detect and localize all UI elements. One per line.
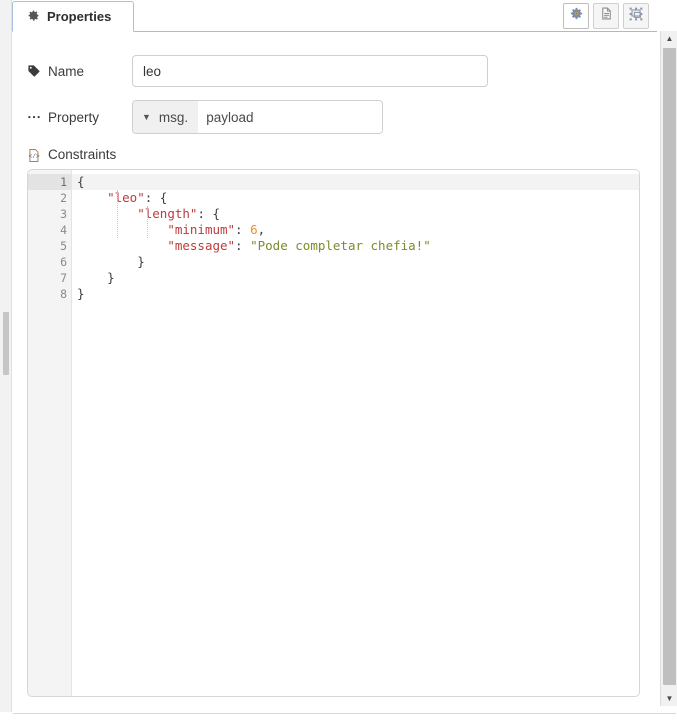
toolbar-buttons [563,3,649,29]
code-token: : { [197,206,221,221]
property-input-group: ▼ msg. payload [132,100,383,134]
outer-vertical-scrollbar[interactable] [0,0,12,712]
code-token: : [235,222,251,237]
editor-code-area[interactable]: { "leo": { "length": { "minimum": 6, "me… [72,170,639,696]
property-type-select[interactable]: ▼ msg. [133,101,199,133]
name-field-label: Name [27,64,132,79]
document-icon [599,6,614,26]
tab-properties[interactable]: Properties [12,1,135,32]
info-tab-button[interactable] [593,3,619,29]
code-token: } [77,270,115,285]
indent-guide [147,206,148,238]
bottom-divider [13,713,676,714]
editor-gutter: 1▾2▾3▾4 56▴7▴8▴ [28,170,79,696]
code-token: "message" [167,238,236,253]
code-token: { [77,174,85,189]
scroll-up-arrow-icon[interactable]: ▲ [661,31,677,46]
gear-icon [27,9,40,24]
code-token: "minimum" [167,222,236,237]
code-line: "message": "Pode completar chefia!" [72,238,639,254]
code-line: { [72,174,639,190]
gutter-line-number: 7▴ [28,270,79,286]
code-token: } [77,254,145,269]
code-file-icon: </> [27,148,41,162]
name-field-row: Name leo [27,55,488,87]
gutter-line-number: 8▴ [28,286,79,302]
name-label-text: Name [48,63,85,79]
code-line: "leo": { [72,190,639,206]
constraints-section-label: </> Constraints [27,147,117,162]
code-line: "minimum": 6, [72,222,639,238]
properties-panel: Properties Name leo Property ▼ msg. payl… [0,0,677,720]
layout-tab-button[interactable] [623,3,649,29]
select-group-icon [628,6,644,27]
gutter-line-number: 5 [60,239,67,253]
property-field-row: Property ▼ msg. payload [27,100,383,134]
name-input[interactable]: leo [132,55,488,87]
code-token: "leo" [107,190,145,205]
gutter-line-number: 3▾ [28,206,79,222]
code-token: } [77,286,85,301]
gutter-line-number: 4 [60,223,67,237]
gutter-line-number: 2▾ [28,190,79,206]
panel-vertical-scrollbar[interactable]: ▲ ▼ [660,31,677,706]
constraints-label-text: Constraints [48,147,117,162]
chevron-down-icon: ▼ [142,111,151,122]
property-field-label: Property [27,110,132,125]
property-type-value: msg. [158,109,189,125]
property-value-input[interactable]: payload [198,101,382,133]
properties-tab-button[interactable] [563,3,589,29]
constraints-code-editor[interactable]: 1▾2▾3▾456▴7▴8▴ { "leo": { "length": { "m… [27,169,640,697]
property-label-text: Property [48,109,100,125]
code-line: } [72,286,639,302]
code-line: } [72,270,639,286]
gear-icon [569,6,584,26]
tag-icon [27,64,41,78]
indent-guide [117,190,118,238]
panel-scrollbar-thumb[interactable] [663,48,676,685]
scroll-down-arrow-icon[interactable]: ▼ [661,691,677,706]
tab-bar: Properties [12,0,657,32]
code-token: 6 [250,222,258,237]
name-input-value: leo [143,63,162,79]
code-token: , [257,222,266,237]
code-token: : { [144,190,168,205]
code-line: "length": { [72,206,639,222]
property-value-text: payload [206,109,254,125]
code-line: } [72,254,639,270]
gutter-line-number: 1▾ [28,174,79,190]
svg-text:</>: </> [29,153,40,160]
code-token: : [235,238,251,253]
ellipsis-icon [27,110,41,124]
tab-properties-label: Properties [47,9,112,24]
properties-content: Name leo Property ▼ msg. payload </> Con… [13,33,657,703]
code-token: "Pode completar chefia!" [250,238,431,253]
gutter-line-number: 6▴ [28,254,79,270]
outer-scrollbar-thumb[interactable] [3,312,9,375]
